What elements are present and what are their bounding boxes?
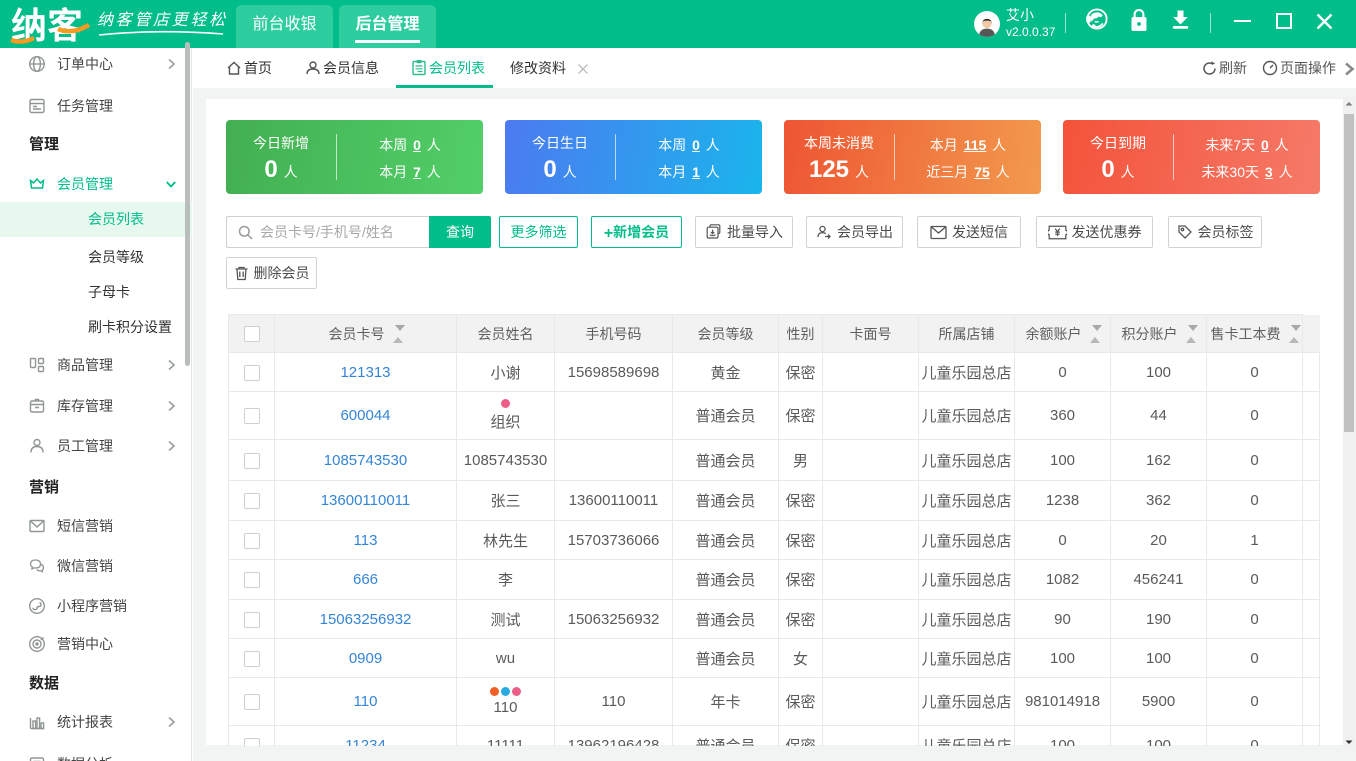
- svg-text:纳客: 纳客: [11, 4, 83, 44]
- svg-text:纳客管店更轻松: 纳客管店更轻松: [97, 8, 227, 30]
